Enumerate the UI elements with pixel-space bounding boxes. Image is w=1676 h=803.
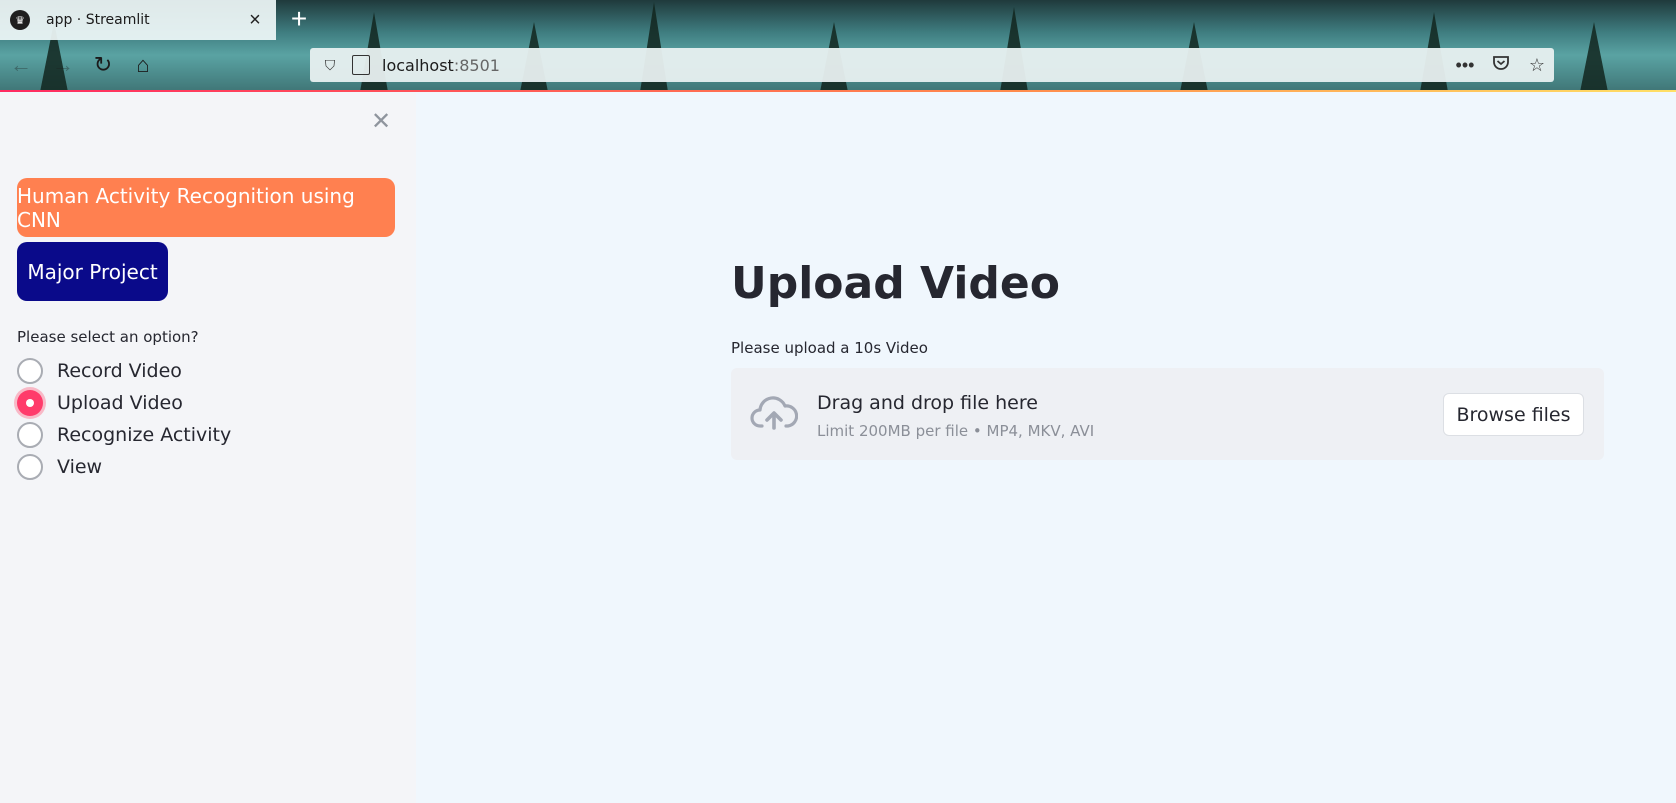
browser-chrome: ♛ app · Streamlit × + ← → ↻ ⌂ ⛉ localhos… xyxy=(0,0,1676,92)
radio-option-label: View xyxy=(57,456,103,478)
close-sidebar-icon[interactable]: ✕ xyxy=(368,109,394,135)
browser-tab[interactable]: ♛ app · Streamlit × xyxy=(0,0,276,40)
main-content: Upload Video Please upload a 10s Video D… xyxy=(416,93,1676,803)
new-tab-button[interactable]: + xyxy=(284,4,314,34)
radio-button[interactable] xyxy=(17,454,43,480)
url-bar[interactable]: ⛉ localhost:8501 ••• ☆ xyxy=(310,48,1554,82)
tracking-shield-icon[interactable]: ⛉ xyxy=(320,57,340,74)
tab-title: app · Streamlit xyxy=(46,12,150,28)
file-dropzone[interactable]: Drag and drop file here Limit 200MB per … xyxy=(731,368,1604,460)
radio-group-label: Please select an option? xyxy=(17,328,199,346)
forward-arrow-icon[interactable]: → xyxy=(48,50,78,80)
more-actions-icon[interactable]: ••• xyxy=(1454,55,1476,76)
url-port: :8501 xyxy=(453,55,500,75)
pocket-icon[interactable] xyxy=(1490,54,1512,77)
tab-strip: ♛ app · Streamlit × + xyxy=(0,0,1676,40)
cloud-upload-icon xyxy=(750,396,798,430)
url-host: localhost xyxy=(382,55,454,75)
radio-button[interactable] xyxy=(17,358,43,384)
radio-option-recognize-activity[interactable]: Recognize Activity xyxy=(17,419,231,451)
browse-files-button[interactable]: Browse files xyxy=(1443,393,1584,436)
sidebar: ✕ Human Activity Recognition using CNN M… xyxy=(0,93,416,803)
url-text[interactable]: localhost:8501 xyxy=(382,56,500,75)
page-title: Upload Video xyxy=(731,258,1060,309)
page-info-icon[interactable] xyxy=(352,55,370,75)
radio-button[interactable] xyxy=(17,422,43,448)
url-actions: ••• ☆ xyxy=(1454,48,1548,82)
streamlit-accent-bar xyxy=(0,90,1676,92)
reload-icon[interactable]: ↻ xyxy=(88,50,118,80)
dropzone-instructions: Drag and drop file here xyxy=(817,392,1038,414)
file-limit-text: Limit 200MB per file • MP4, MKV, AVI xyxy=(817,422,1095,440)
major-project-banner: Major Project xyxy=(17,242,168,301)
uploader-label: Please upload a 10s Video xyxy=(731,339,928,357)
radio-button-selected[interactable] xyxy=(17,390,43,416)
radio-option-view[interactable]: View xyxy=(17,451,231,483)
navigation-toolbar: ← → ↻ ⌂ ⛉ localhost:8501 ••• ☆ xyxy=(0,40,1676,90)
radio-option-label: Upload Video xyxy=(57,392,183,414)
back-arrow-icon[interactable]: ← xyxy=(6,50,36,80)
streamlit-crown-icon: ♛ xyxy=(10,10,30,30)
radio-option-label: Recognize Activity xyxy=(57,424,232,446)
radio-option-record-video[interactable]: Record Video xyxy=(17,355,231,387)
home-icon[interactable]: ⌂ xyxy=(128,50,158,80)
bookmark-star-icon[interactable]: ☆ xyxy=(1526,55,1548,76)
app-title-banner: Human Activity Recognition using CNN xyxy=(17,178,395,237)
radio-option-upload-video[interactable]: Upload Video xyxy=(17,387,231,419)
close-tab-icon[interactable]: × xyxy=(244,9,266,32)
option-radio-group: Record Video Upload Video Recognize Acti… xyxy=(17,355,231,483)
radio-option-label: Record Video xyxy=(57,360,182,382)
